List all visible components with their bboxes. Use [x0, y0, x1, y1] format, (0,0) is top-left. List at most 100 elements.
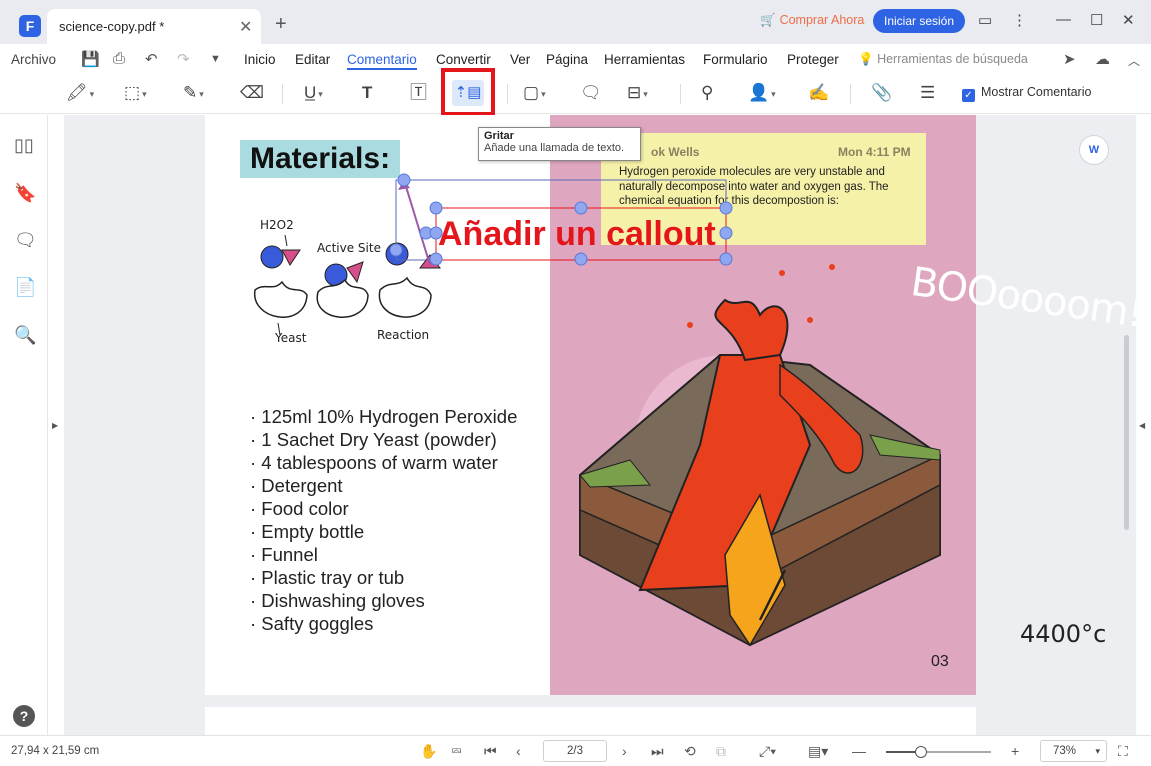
menu-ver[interactable]: Ver [510, 52, 530, 67]
bookmark-icon[interactable]: 🔖 [14, 183, 36, 204]
underline-tool[interactable]: U̲ ▾ [304, 82, 323, 105]
stamp-tool[interactable]: ⚲ [701, 82, 713, 104]
textbox-tool[interactable]: 🅃 [410, 82, 427, 104]
reaction-label: Reaction [377, 328, 430, 342]
zoom-out-icon[interactable]: — [852, 743, 866, 759]
menu-herramientas[interactable]: Herramientas [604, 52, 685, 67]
new-tab-icon[interactable]: + [275, 14, 287, 34]
close-tab-icon[interactable]: ✕ [239, 17, 252, 37]
redo-icon[interactable]: ↷ [177, 50, 190, 68]
menu-comentario[interactable]: Comentario [347, 52, 417, 70]
show-comments-toggle[interactable]: ✓ Mostrar Comentario [962, 85, 1091, 102]
sign-tool[interactable]: ✍ [808, 82, 829, 104]
page-number-input[interactable]: 2/3 [543, 740, 607, 762]
zoom-slider-thumb[interactable] [914, 746, 927, 758]
minimize-icon[interactable]: — [1056, 11, 1071, 28]
menu-archivo[interactable]: Archivo [11, 52, 56, 67]
zoom-slider[interactable] [886, 746, 991, 758]
list-item: · Plastic tray or tub [250, 567, 405, 588]
cloud-upload-icon[interactable]: ☁ [1095, 50, 1110, 68]
rectangle-icon: ▢ [523, 83, 540, 102]
zoom-level-select[interactable]: 73% ▾ [1040, 740, 1107, 762]
measure-tool[interactable]: ⊟ ▾ [627, 82, 648, 105]
page-number: 03 [931, 653, 949, 670]
vertical-scrollbar[interactable] [1124, 335, 1129, 530]
undo-icon[interactable]: ↶ [145, 50, 158, 68]
toolbar-divider [680, 84, 681, 104]
comment-list-tool[interactable]: ☰ [920, 82, 935, 104]
previous-page-icon[interactable]: ‹ [516, 743, 521, 759]
fullscreen-icon[interactable]: ⛶ [1118, 743, 1128, 760]
maximize-icon[interactable]: ☐ [1090, 11, 1103, 29]
menu-proteger[interactable]: Proteger [787, 52, 839, 67]
close-window-icon[interactable]: ✕ [1122, 11, 1135, 29]
pencil-tool[interactable]: ✎ ▾ [183, 82, 204, 105]
help-icon[interactable]: ? [13, 705, 35, 727]
zoom-in-icon[interactable]: + [1011, 743, 1019, 759]
eraser-tool[interactable]: ⌫ [240, 82, 264, 104]
note-tool[interactable]: 🗨 [580, 82, 602, 104]
send-icon[interactable]: ➤ [1063, 50, 1076, 68]
search-tools-button[interactable]: 💡 Herramientas de búsqueda [858, 52, 1028, 67]
collapse-ribbon-icon[interactable]: ︿ [1128, 52, 1140, 69]
checkbox-checked-icon[interactable]: ✓ [962, 89, 975, 102]
comments-panel-icon[interactable]: 🗨 [14, 230, 37, 251]
highlight-tool[interactable]: 🖍 ▾ [66, 82, 94, 105]
total-pages: /3 [573, 745, 583, 757]
shape-tool[interactable]: ▢ ▾ [523, 82, 546, 105]
list-item: · Detergent [250, 475, 343, 496]
list-item: · Safty goggles [250, 613, 374, 634]
sticky-note-icon: 🗨 [580, 83, 602, 102]
chat-icon[interactable]: ▭ [978, 11, 992, 29]
menu-formulario[interactable]: Formulario [703, 52, 768, 67]
page-action-icon[interactable]: ⧉ [716, 743, 726, 760]
first-page-icon[interactable]: ⏮ [484, 743, 497, 760]
pdf-page: BOOoooom! 4400°c Materials: H2O2 Active … [205, 115, 1136, 695]
underline-icon: U̲ [304, 83, 317, 102]
document-tab[interactable]: science-copy.pdf * ✕ [47, 9, 261, 44]
quick-access-dropdown-icon[interactable]: ▼ [210, 53, 221, 65]
callout-selection-handles[interactable] [390, 170, 750, 280]
signature-tool[interactable]: 👤 ▾ [748, 82, 776, 105]
menu-editar[interactable]: Editar [295, 52, 330, 67]
comment-list-icon: ☰ [920, 83, 936, 102]
cart-icon: 🛒 [760, 13, 776, 27]
login-button[interactable]: Iniciar sesión [873, 9, 965, 33]
buy-now-label: Comprar Ahora [779, 13, 865, 27]
last-page-icon[interactable]: ⏭ [651, 743, 664, 760]
document-canvas: BOOoooom! 4400°c Materials: H2O2 Active … [64, 115, 1136, 735]
menu-pagina[interactable]: Página [546, 52, 588, 67]
callout-tool-button[interactable]: ⇡▤ [452, 80, 484, 106]
buy-now-link[interactable]: 🛒 Comprar Ahora [760, 13, 864, 28]
fit-page-icon[interactable]: ⤢▾ [759, 743, 776, 760]
select-tool-icon[interactable]: ⮹ [451, 743, 462, 760]
list-item: · 1 Sachet Dry Yeast (powder) [250, 429, 497, 450]
toolbar-divider [282, 84, 283, 104]
active-site-label: Active Site [317, 241, 381, 255]
expand-left-panel-icon[interactable]: ▶ [52, 421, 58, 430]
note-author: ok Wells [651, 145, 700, 159]
text-tool[interactable]: T [362, 82, 372, 104]
menu-inicio[interactable]: Inicio [244, 52, 276, 67]
signature-icon: 👤 [748, 83, 770, 102]
thumbnails-icon[interactable]: ▯▯ [14, 135, 34, 156]
area-highlight-tool[interactable]: ⬚ ▾ [124, 82, 147, 105]
next-page-icon[interactable]: › [622, 743, 627, 759]
convert-to-word-icon[interactable]: W [1079, 135, 1109, 165]
toolbar-divider [507, 84, 508, 104]
attachment-tool[interactable]: 📎 [871, 82, 892, 104]
measure-icon: ⊟ [627, 83, 642, 102]
attachments-panel-icon[interactable]: 📄 [14, 277, 36, 298]
materials-list: · 125ml 10% Hydrogen Peroxide · 1 Sachet… [250, 405, 517, 635]
hand-tool-icon[interactable]: ✋ [420, 743, 437, 760]
save-icon[interactable]: 💾 [81, 50, 100, 68]
page-layout-icon[interactable]: ▤▾ [808, 743, 828, 760]
search-icon[interactable]: 🔍 [14, 325, 36, 346]
expand-right-panel-icon[interactable]: ◀ [1139, 421, 1145, 430]
rotate-icon[interactable]: ⟲ [684, 743, 696, 760]
next-pdf-page [205, 707, 976, 735]
print-icon[interactable]: ⎙ [113, 50, 125, 67]
menu-convertir[interactable]: Convertir [436, 52, 491, 67]
tab-title: science-copy.pdf * [59, 19, 165, 34]
more-options-icon[interactable]: ⋮ [1012, 11, 1027, 29]
